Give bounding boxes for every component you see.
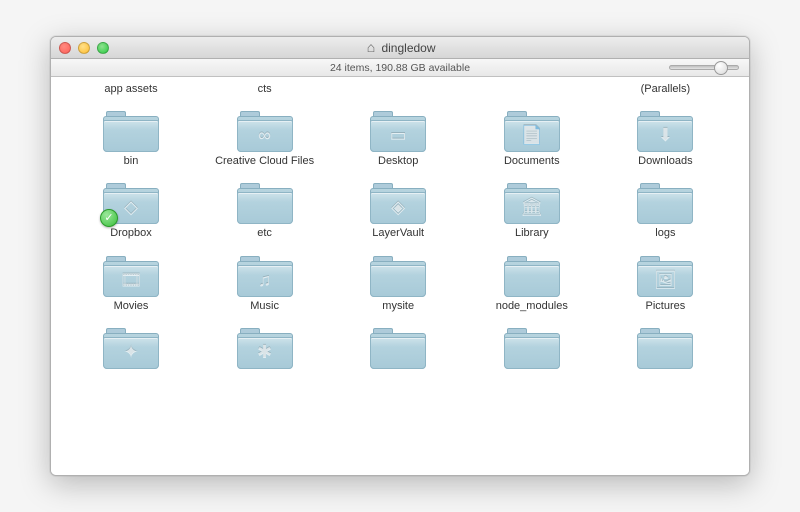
folder-icon: ◈	[370, 180, 426, 224]
folder-item[interactable]	[338, 83, 458, 96]
status-text: 24 items, 190.88 GB available	[59, 62, 741, 74]
folder-icon	[370, 253, 426, 297]
folder-item[interactable]: app assets	[71, 83, 191, 96]
sync-badge-icon: ✓	[100, 209, 118, 227]
folder-label: Music	[250, 300, 279, 313]
folder-item[interactable]: 🖼 Pictures	[605, 253, 725, 313]
folder-label: Library	[515, 227, 549, 240]
folder-label: Dropbox	[110, 227, 152, 240]
folder-label: Desktop	[378, 155, 418, 168]
folder-icon: ∞	[237, 108, 293, 152]
folder-item[interactable]: ⬇ Downloads	[605, 108, 725, 168]
folder-icon	[504, 325, 560, 369]
folder-icon	[103, 108, 159, 152]
content-area[interactable]: app assets cts (Parallels) bin ∞ Creative Clo…	[51, 77, 749, 475]
status-bar: 24 items, 190.88 GB available	[51, 59, 749, 77]
zoom-button[interactable]	[97, 42, 109, 54]
icon-grid: app assets cts (Parallels) bin ∞ Creative Clo…	[71, 83, 729, 372]
folder-icon: ⬇	[637, 108, 693, 152]
folder-label: app assets	[104, 83, 157, 96]
folder-item[interactable]: ◇✓ Dropbox	[71, 180, 191, 240]
folder-icon: 🎞	[103, 253, 159, 297]
folder-label: mysite	[382, 300, 414, 313]
folder-item[interactable]: 🎞 Movies	[71, 253, 191, 313]
minimize-button[interactable]	[78, 42, 90, 54]
folder-label: Documents	[504, 155, 560, 168]
folder-item[interactable]	[472, 325, 592, 372]
close-button[interactable]	[59, 42, 71, 54]
titlebar[interactable]: dingledow	[51, 37, 749, 59]
folder-icon	[637, 325, 693, 369]
folder-icon: ◇✓	[103, 180, 159, 224]
folder-label: logs	[655, 227, 675, 240]
folder-label: node_modules	[496, 300, 568, 313]
folder-label: cts	[258, 83, 272, 96]
folder-label: LayerVault	[372, 227, 424, 240]
folder-item[interactable]	[605, 325, 725, 372]
folder-icon: ▭	[370, 108, 426, 152]
home-icon	[364, 41, 377, 54]
folder-label: Pictures	[646, 300, 686, 313]
folder-label: Downloads	[638, 155, 692, 168]
folder-item[interactable]: ∞ Creative Cloud Files	[205, 108, 325, 168]
folder-item[interactable]: cts	[205, 83, 325, 96]
folder-icon: 🖼	[637, 253, 693, 297]
folder-item[interactable]	[472, 83, 592, 96]
folder-label: etc	[257, 227, 272, 240]
folder-label: (Parallels)	[641, 83, 691, 96]
icon-size-slider[interactable]	[669, 65, 739, 70]
folder-item[interactable]: bin	[71, 108, 191, 168]
folder-label: bin	[124, 155, 139, 168]
folder-icon	[504, 253, 560, 297]
folder-item[interactable]: 📄 Documents	[472, 108, 592, 168]
finder-window: dingledow 24 items, 190.88 GB available …	[50, 36, 750, 476]
folder-icon	[370, 325, 426, 369]
folder-label: Creative Cloud Files	[215, 155, 314, 168]
traffic-lights	[59, 42, 109, 54]
folder-item[interactable]: ◈ LayerVault	[338, 180, 458, 240]
folder-icon: ✦	[103, 325, 159, 369]
folder-item[interactable]: ♫ Music	[205, 253, 325, 313]
folder-icon	[637, 180, 693, 224]
window-title: dingledow	[59, 41, 741, 55]
folder-item[interactable]	[338, 325, 458, 372]
folder-icon: ♫	[237, 253, 293, 297]
folder-item[interactable]: mysite	[338, 253, 458, 313]
folder-icon: 📄	[504, 108, 560, 152]
folder-item[interactable]: node_modules	[472, 253, 592, 313]
folder-item[interactable]: (Parallels)	[605, 83, 725, 96]
title-text: dingledow	[381, 41, 435, 55]
folder-item[interactable]: 🏛 Library	[472, 180, 592, 240]
folder-label: Movies	[114, 300, 149, 313]
folder-item[interactable]: logs	[605, 180, 725, 240]
folder-item[interactable]: ✦	[71, 325, 191, 372]
folder-item[interactable]: etc	[205, 180, 325, 240]
folder-icon: 🏛	[504, 180, 560, 224]
folder-item[interactable]: ▭ Desktop	[338, 108, 458, 168]
folder-icon	[237, 180, 293, 224]
folder-icon: ✱	[237, 325, 293, 369]
folder-item[interactable]: ✱	[205, 325, 325, 372]
